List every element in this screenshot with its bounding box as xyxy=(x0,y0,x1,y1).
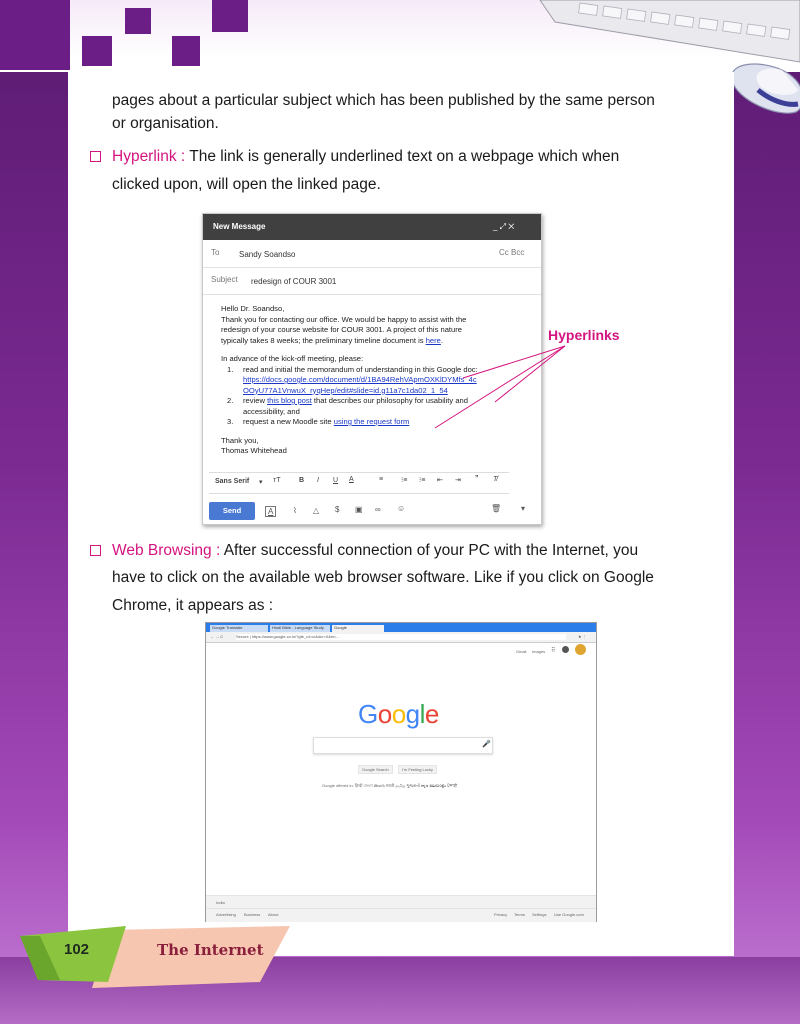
checkbox-bullet-icon xyxy=(90,545,101,556)
languages-offered: Google offered in: हिन्दी বাংলা తెలుగు म… xyxy=(322,783,458,788)
web-browsing-line-3: Chrome, it appears as : xyxy=(112,597,274,614)
search-input[interactable]: 🎤 xyxy=(313,737,493,754)
google-logo-text: Google xyxy=(358,699,439,729)
web-browsing-paragraph: Web Browsing : After successful connecti… xyxy=(112,539,722,562)
address-bar[interactable]: Secure | https://www.google.co.in/?gfe_r… xyxy=(236,634,566,640)
footer-link[interactable]: Business xyxy=(244,912,260,917)
footer-link[interactable]: Advertising xyxy=(216,912,236,917)
browser-tab[interactable]: Hindi Bible - Language Study xyxy=(270,625,330,632)
google-search-button[interactable]: Google Search xyxy=(358,765,393,774)
google-logo-letter: o xyxy=(391,699,406,729)
chrome-tabstrip: Google Translate Hindi Bible - Language … xyxy=(206,623,596,632)
nav-buttons-icon[interactable]: ← → C xyxy=(210,634,223,639)
gmail-link[interactable]: Gmail xyxy=(516,649,526,654)
images-link[interactable]: Images xyxy=(532,649,545,654)
footer-divider xyxy=(206,908,596,909)
menu-icon[interactable]: ★ ⋮ xyxy=(578,634,587,639)
chrome-browser-window: Google Translate Hindi Bible - Language … xyxy=(205,622,597,922)
chapter-title: The Internet xyxy=(157,941,264,959)
page-number: 102 xyxy=(64,941,90,958)
footer-link[interactable]: Use Google.com xyxy=(554,912,584,917)
mic-icon[interactable]: 🎤 xyxy=(482,740,491,748)
web-browsing-term: Web Browsing : xyxy=(112,542,221,559)
footer-link[interactable]: About xyxy=(268,912,278,917)
google-logo-letter: g xyxy=(405,699,420,729)
feeling-lucky-button[interactable]: I'm Feeling Lucky xyxy=(398,765,437,774)
chrome-toolbar: ← → C Secure | https://www.google.co.in/… xyxy=(206,632,596,643)
web-browsing-line-2: have to click on the available web brows… xyxy=(112,569,654,586)
avatar[interactable] xyxy=(575,644,586,655)
country-label: India xyxy=(216,900,225,905)
footer-link[interactable]: Settings xyxy=(532,912,546,917)
apps-icon[interactable]: ⠿ xyxy=(551,647,555,654)
footer-link[interactable]: Privacy xyxy=(494,912,507,917)
google-logo: Google xyxy=(358,699,439,730)
web-browsing-text: After successful connection of your PC w… xyxy=(220,542,639,559)
notifications-icon[interactable] xyxy=(562,646,569,653)
google-logo-letter: e xyxy=(424,699,439,729)
browser-tab[interactable]: Google Translate xyxy=(210,625,268,632)
google-logo-letter: o xyxy=(377,699,392,729)
footer-link[interactable]: Terms xyxy=(514,912,525,917)
google-logo-letter: G xyxy=(358,699,378,729)
browser-tab-active[interactable]: Google xyxy=(332,625,384,632)
